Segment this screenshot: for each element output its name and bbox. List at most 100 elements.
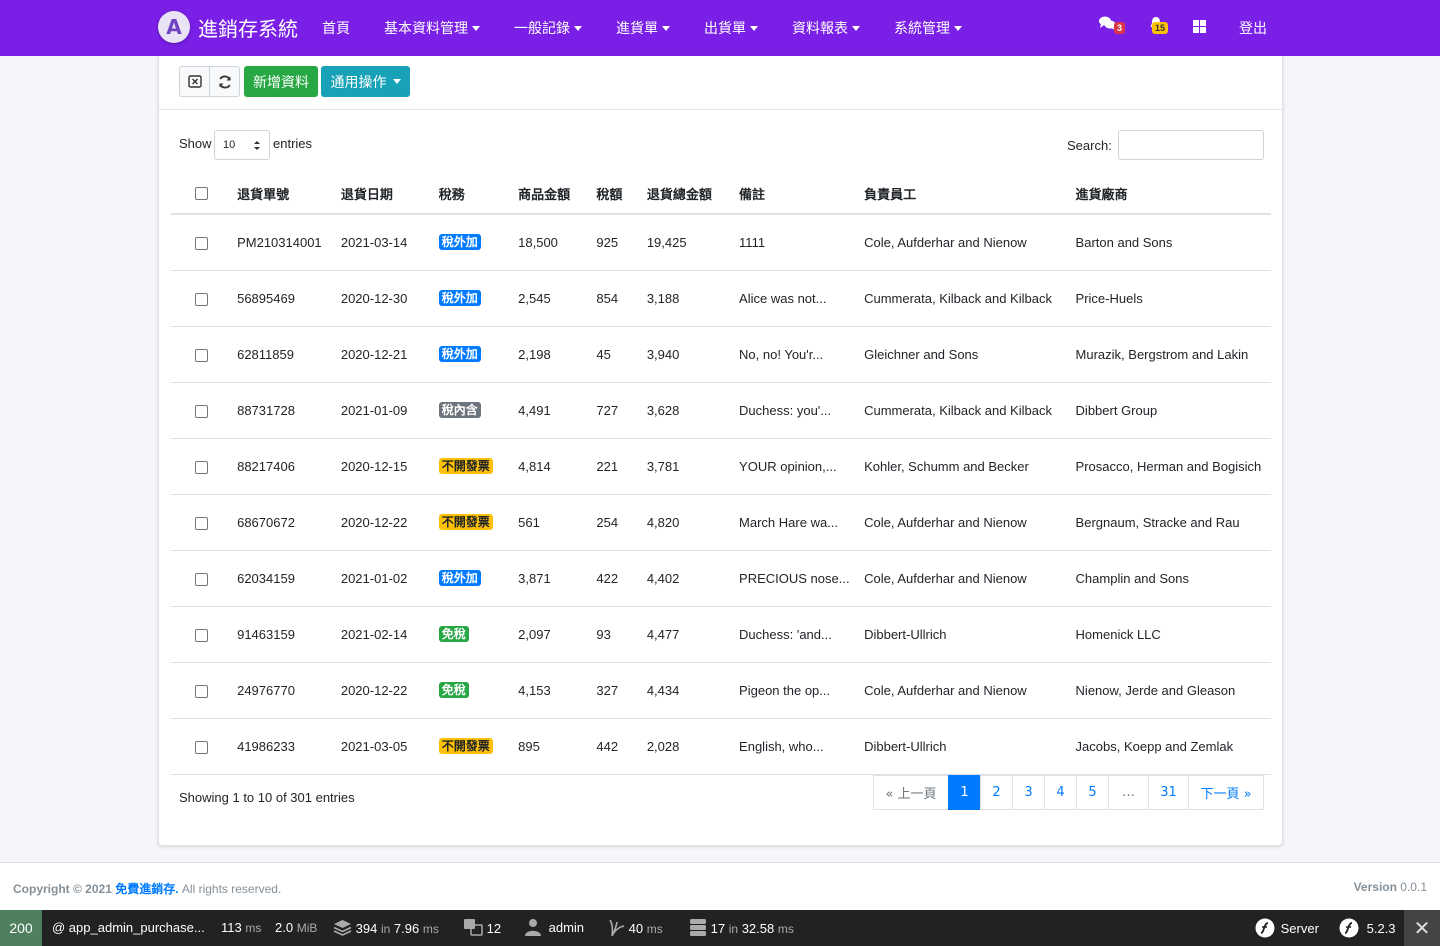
cell-note: Alice was not... [739,270,865,327]
cell-vendor: Prosacco, Herman and Bogisich [1075,438,1271,495]
clear-filter-button[interactable] [179,66,210,97]
column-header[interactable]: 退貨單號 [237,172,341,215]
cell-total: 4,477 [646,606,740,663]
page-button[interactable]: 3 [1012,775,1045,810]
cell-vendor: Jacobs, Koepp and Zemlak [1075,718,1271,775]
nav-item[interactable]: 出貨單 [704,18,758,38]
translations-info[interactable]: 12 [463,918,501,937]
table-row[interactable]: 88731728 2021-01-09 稅內含 4,491 727 3,628 Duches… [171,382,1271,439]
twig-info[interactable]: 40 ms [609,918,663,937]
table-row[interactable]: 91463159 2021-02-14 免稅 2,097 93 4,477 Duchess:… [171,606,1271,663]
records-table: 退貨單號 退貨日期 稅務 商品金額 稅額 退貨總金額 備註 負責員工 進貨廠商 PM210314… [171,172,1271,775]
table-row[interactable]: 56895469 2020-12-30 稅外加 2,545 854 3,188 Alice … [171,270,1271,327]
page-button[interactable]: 4 [1044,775,1077,810]
main-menu: 首頁 基本資料管理 一般記錄 進貨單 出貨單 資料報表 系統管理 [322,18,996,38]
table-row[interactable]: 41986233 2021-03-05 不開發票 895 442 2,028 English… [171,718,1271,775]
row-checkbox[interactable] [195,684,208,698]
row-checkbox[interactable] [195,516,208,530]
row-checkbox[interactable] [195,572,208,586]
search-input[interactable] [1118,130,1264,160]
refresh-button[interactable] [209,66,240,97]
table-header-row: 退貨單號 退貨日期 稅務 商品金額 稅額 退貨總金額 備註 負責員工 進貨廠商 [171,172,1271,215]
column-header[interactable]: 進貨廠商 [1075,172,1271,215]
column-header[interactable]: 退貨日期 [340,172,439,215]
close-toolbar-button[interactable]: ✕ [1404,910,1440,946]
column-header[interactable]: 稅務 [438,172,519,215]
cell-amount: 2,097 [518,606,597,663]
cell-note: No, no! You'r... [739,326,865,383]
cell-date: 2021-03-14 [340,214,439,271]
cell-staff: Cole, Aufderhar and Nienow [864,550,1076,607]
page-button[interactable]: 2 [980,775,1013,810]
row-checkbox[interactable] [195,628,208,642]
messages-button[interactable]: 3 [1099,16,1126,34]
notifications-button[interactable]: 15 [1149,16,1169,34]
nav-item[interactable]: 資料報表 [792,18,860,38]
nav-item[interactable]: 一般記錄 [514,18,582,38]
cell-no: 56895469 [237,270,341,327]
row-checkbox[interactable] [195,236,208,250]
tax-type-badge: 不開發票 [438,738,493,754]
user-info[interactable]: admin [525,918,584,936]
table-row[interactable]: 68670672 2020-12-22 不開發票 561 254 4,820 March H… [171,494,1271,551]
next-page-button[interactable]: 下一頁 » [1188,775,1264,810]
table-row[interactable]: 62034159 2021-01-02 稅外加 3,871 422 4,402 PRECIO… [171,550,1271,607]
nav-item[interactable]: 首頁 [322,18,350,38]
site-link[interactable]: 免費進銷存. [115,882,178,896]
column-header[interactable]: 備註 [739,172,865,215]
nav-item[interactable]: 進貨單 [616,18,670,38]
logout-link[interactable]: 登出 [1239,18,1267,38]
cell-note: March Hare wa... [739,494,865,551]
nav-item[interactable]: 系統管理 [894,18,962,38]
column-header[interactable]: 負責員工 [864,172,1076,215]
row-checkbox[interactable] [195,292,208,306]
memory-info[interactable]: 2.0 MiB [275,920,317,935]
tax-type-badge: 稅外加 [438,290,481,306]
page-button[interactable]: 5 [1076,775,1109,810]
table-row[interactable]: PM210314001 2021-03-14 稅外加 18,500 925 19,425 1… [171,214,1271,271]
events-info[interactable]: 394 in 7.96 ms [333,918,439,937]
route-info[interactable]: @ app_admin_purchase... [52,920,205,935]
row-checkbox[interactable] [195,460,208,474]
main-card: 新增資料 通用操作 Show 10 entries Search: 退貨單號 退貨… [158,56,1284,846]
cell-staff: Gleichner and Sons [864,326,1076,383]
table-info: Showing 1 to 10 of 301 entries [179,790,355,805]
brand[interactable]: A 進銷存系統 [158,11,298,43]
column-header[interactable]: 退貨總金額 [646,172,740,215]
page-button[interactable]: 1 [948,775,981,810]
page-length-select[interactable]: 10 [214,130,270,160]
window-close-icon [187,75,202,88]
cell-amount: 561 [518,494,597,551]
tax-type-badge: 免稅 [438,682,469,698]
page-ellipsis[interactable]: … [1108,775,1149,810]
column-header[interactable]: 商品金額 [518,172,597,215]
tax-type-badge: 免稅 [438,626,469,642]
cell-staff: Cole, Aufderhar and Nienow [864,214,1076,271]
db-info[interactable]: 17 in 32.58 ms [689,918,794,937]
row-checkbox[interactable] [195,348,208,362]
actions-dropdown-button[interactable]: 通用操作 [321,66,410,97]
status-code[interactable]: 200 [0,910,42,946]
symfony-version[interactable]: 5.2.3 [1339,918,1396,938]
close-icon: ✕ [1413,917,1431,940]
select-all-checkbox[interactable] [195,187,208,200]
cell-no: 62811859 [237,326,341,383]
table-row[interactable]: 62811859 2020-12-21 稅外加 2,198 45 3,940 No, no!… [171,326,1271,383]
row-checkbox[interactable] [195,740,208,754]
table-row[interactable]: 24976770 2020-12-22 免稅 4,153 327 4,434 Pigeon … [171,662,1271,719]
fullscreen-button[interactable] [1193,20,1206,36]
add-record-button[interactable]: 新增資料 [244,66,318,97]
prev-page-button[interactable]: « 上一頁 [873,775,949,810]
server-info[interactable]: Server [1255,918,1319,938]
tax-type-badge: 不開發票 [438,514,493,530]
cell-date: 2020-12-21 [340,326,439,383]
row-checkbox[interactable] [195,404,208,418]
time-info[interactable]: 113 ms [221,920,261,935]
cell-note: 1111 [739,214,865,271]
table-row[interactable]: 88217406 2020-12-15 不開發票 4,814 221 3,781 YOUR … [171,438,1271,495]
column-header[interactable]: 稅額 [596,172,647,215]
cell-total: 3,188 [646,270,740,327]
cell-date: 2021-02-14 [340,606,439,663]
page-button[interactable]: 31 [1148,775,1189,810]
nav-item[interactable]: 基本資料管理 [384,18,480,38]
